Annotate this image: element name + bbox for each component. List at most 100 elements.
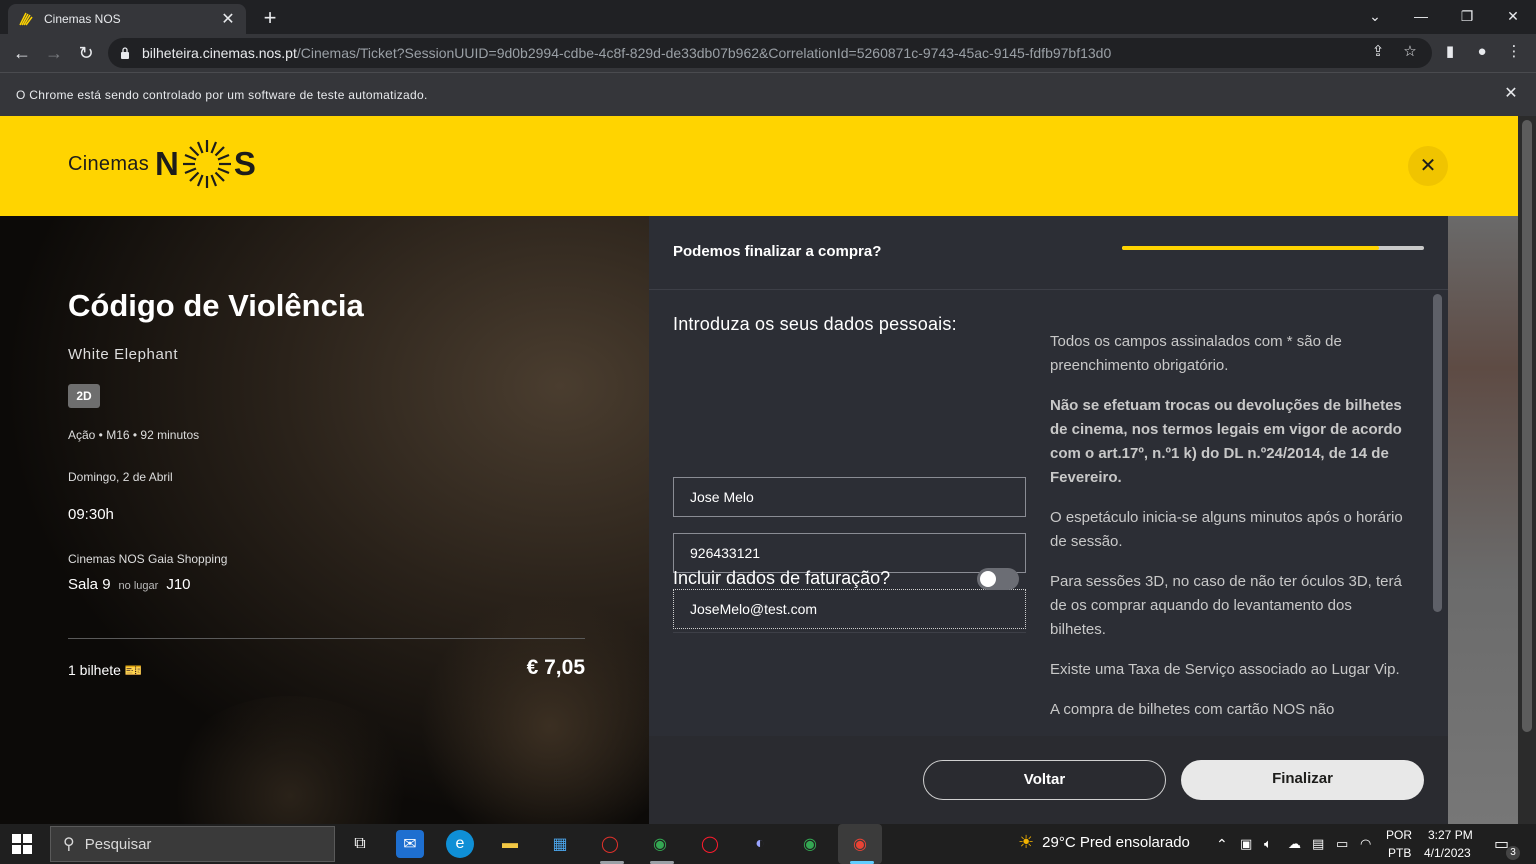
opera-gx-icon[interactable]: ◯ <box>596 830 624 858</box>
task-view-icon[interactable]: ⧉ <box>346 830 374 858</box>
windows-start-icon[interactable] <box>12 834 32 854</box>
opera-icon[interactable]: ◯ <box>696 830 724 858</box>
chrome-dev-icon[interactable]: ◉ <box>796 830 824 858</box>
checkout-progress-bar <box>1122 246 1424 250</box>
taskbar-search-text: Pesquisar <box>84 835 152 853</box>
edge-icon[interactable]: e <box>446 830 474 858</box>
session-time: 09:30h <box>68 506 114 523</box>
weather-text: 29°C Pred ensolarado <box>1042 834 1190 851</box>
seat-label: no lugar <box>118 580 159 592</box>
cinema-name: Cinemas NOS Gaia Shopping <box>68 552 228 566</box>
side-panel-icon[interactable]: ▮ <box>1440 42 1460 62</box>
profile-icon[interactable]: ● <box>1472 42 1492 62</box>
back-arrow-icon[interactable]: ← <box>8 40 36 66</box>
url-text: bilheteira.cinemas.nos.pt/Cinemas/Ticket… <box>142 45 1112 61</box>
reload-icon[interactable]: ↻ <box>72 40 100 66</box>
checkout-panel: Podemos finalizar a compra? Introduza os… <box>649 216 1448 824</box>
menu-kebab-icon[interactable]: ⋮ <box>1504 42 1524 62</box>
checkout-question: Podemos finalizar a compra? <box>673 243 882 260</box>
page-scrollbar[interactable] <box>1518 116 1536 824</box>
sun-icon <box>182 140 231 188</box>
automation-infobar: O Chrome está sendo controlado por um so… <box>0 72 1536 116</box>
cinemas-nos-logo[interactable]: Cinemas N S <box>68 138 257 190</box>
note-item: O espetáculo inicia-se alguns minutos ap… <box>1050 509 1403 550</box>
checkout-footer: Voltar Finalizar <box>649 736 1448 824</box>
eclipse-icon[interactable]: ◐ <box>746 830 774 858</box>
site-header: Cinemas N S ✕ <box>0 116 1518 216</box>
minimize-button[interactable]: — <box>1398 4 1444 28</box>
ticket-icon: 🎫 <box>124 662 143 678</box>
phone-field[interactable] <box>673 533 1026 573</box>
tab-close-icon[interactable]: ✕ <box>220 9 236 29</box>
partly-sunny-icon: ☀ <box>1018 832 1035 852</box>
mail-icon[interactable]: ✉ <box>396 830 424 858</box>
taskbar-search[interactable]: ⚲ Pesquisar <box>50 826 335 862</box>
note-item: A compra de bilhetes com cartão NOS não <box>1050 701 1335 718</box>
infobar-text: O Chrome está sendo controlado por um so… <box>16 87 428 102</box>
billing-toggle-label: Incluir dados de faturação? <box>673 568 891 588</box>
seat-value: J10 <box>166 576 191 593</box>
tab-title: Cinemas NOS <box>44 12 121 26</box>
movie-details: Ação • M16 • 92 minutos <box>68 428 200 442</box>
note-item: Todos os campos assinalados com * são de… <box>1050 333 1342 374</box>
checkout-header: Podemos finalizar a compra? <box>649 216 1448 290</box>
search-icon: ⚲ <box>63 836 75 853</box>
clock-time[interactable]: 3:27 PM <box>1428 828 1473 842</box>
file-explorer-icon[interactable]: ▬ <box>496 830 524 858</box>
checkout-scrollbar[interactable] <box>1433 294 1442 612</box>
chrome-icon[interactable]: ◉ <box>646 830 674 858</box>
browser-tab[interactable]: Cinemas NOS ✕ <box>8 4 246 34</box>
ticket-count: 1 bilhete 🎫 <box>68 662 143 678</box>
progress-fill <box>1122 246 1379 250</box>
store-icon[interactable]: ▦ <box>546 830 574 858</box>
form-title: Introduza os seus dados pessoais: <box>673 314 957 334</box>
tray-app-icon[interactable]: ▣ <box>1240 836 1252 852</box>
form-divider <box>673 632 1026 633</box>
window-close-button[interactable]: ✕ <box>1490 4 1536 28</box>
summary-divider <box>68 638 585 639</box>
logo-nos-text: N S <box>155 138 257 190</box>
session-date: Domingo, 2 de Abril <box>68 470 173 484</box>
language-bottom[interactable]: PTB <box>1388 846 1411 860</box>
share-icon[interactable]: ⇪ <box>1368 42 1388 62</box>
movie-title: Código de Violência <box>68 288 364 323</box>
lock-icon <box>121 47 129 59</box>
bookmark-star-icon[interactable]: ☆ <box>1400 42 1420 62</box>
network-tray-icon[interactable]: ▤ <box>1312 836 1324 852</box>
new-tab-button[interactable]: + <box>258 5 282 31</box>
infobar-close-icon[interactable]: ✕ <box>1504 83 1518 103</box>
volume-icon[interactable]: 🔈︎ <box>1264 836 1272 852</box>
note-item: Existe uma Taxa de Serviço associado ao … <box>1050 661 1400 678</box>
browser-toolbar: ← → ↻ bilheteira.cinemas.nos.pt/Cinemas/… <box>0 34 1536 72</box>
battery-icon[interactable]: ▭ <box>1336 836 1348 852</box>
back-button[interactable]: Voltar <box>923 760 1166 800</box>
wifi-icon[interactable]: ◠ <box>1360 836 1371 852</box>
name-field[interactable] <box>673 477 1026 517</box>
seat-info: Sala 9 no lugar J10 <box>68 576 191 593</box>
onedrive-icon[interactable]: ☁ <box>1288 836 1301 852</box>
page-scrollbar-thumb[interactable] <box>1522 120 1532 732</box>
billing-toggle[interactable] <box>977 568 1019 590</box>
close-checkout-button[interactable]: ✕ <box>1408 146 1448 186</box>
tab-search-chevron-icon[interactable]: ⌄ <box>1352 4 1398 28</box>
purchase-notes: Todos os campos assinalados com * são de… <box>1050 330 1410 734</box>
forward-arrow-icon[interactable]: → <box>40 40 68 66</box>
movie-summary-panel: Código de Violência White Elephant 2D Aç… <box>0 216 649 824</box>
note-item: Para sessões 3D, no caso de não ter ócul… <box>1050 573 1402 638</box>
address-bar[interactable]: bilheteira.cinemas.nos.pt/Cinemas/Ticket… <box>108 38 1432 68</box>
chrome-active-icon[interactable]: ◉ <box>838 824 882 864</box>
finalize-button[interactable]: Finalizar <box>1181 760 1424 800</box>
weather-widget[interactable]: ☀ 29°C Pred ensolarado <box>1018 832 1190 853</box>
restore-button[interactable]: ❐ <box>1444 4 1490 28</box>
language-top[interactable]: POR <box>1386 828 1412 842</box>
page-viewport: Cinemas N S ✕ Código de Violência White … <box>0 116 1518 824</box>
note-item: Não se efetuam trocas ou devoluções de b… <box>1050 397 1402 486</box>
clock-date[interactable]: 4/1/2023 <box>1424 846 1471 860</box>
format-badge: 2D <box>68 384 100 408</box>
notification-count-badge: 3 <box>1506 846 1520 860</box>
show-hidden-icons-chevron-icon[interactable]: ⌃ <box>1216 836 1228 853</box>
cinemas-nos-favicon-icon <box>19 12 33 26</box>
email-field[interactable] <box>673 589 1026 629</box>
toggle-knob <box>980 571 996 587</box>
browser-tabbar: Cinemas NOS ✕ + ⌄ — ❐ ✕ <box>0 0 1536 34</box>
